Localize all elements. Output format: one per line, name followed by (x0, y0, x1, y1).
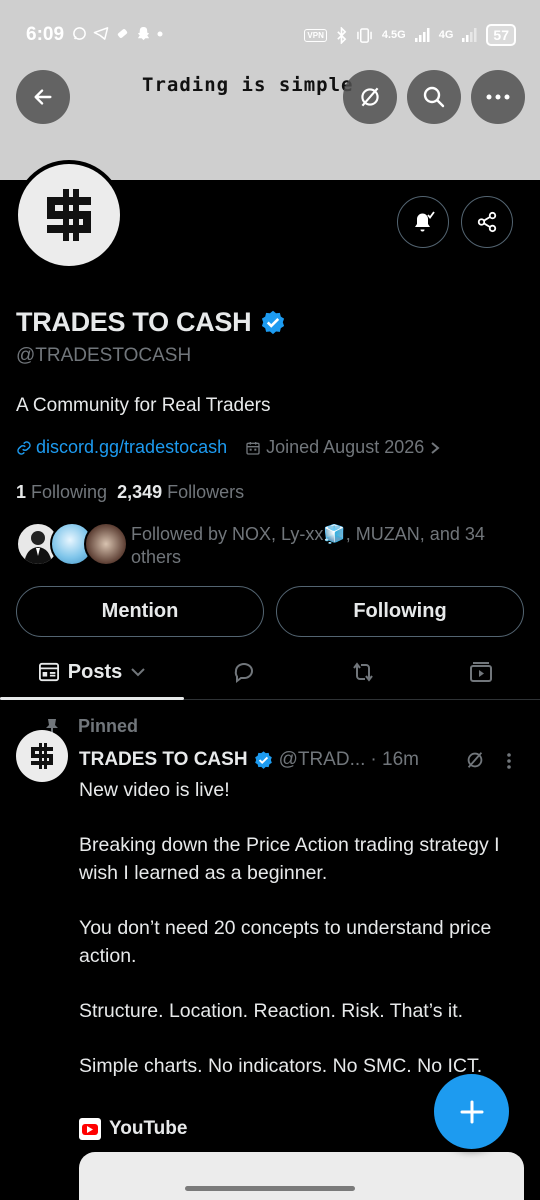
chevron-down-icon (131, 668, 145, 677)
joined-date[interactable]: Joined August 2026 (245, 437, 441, 458)
bell-check-icon (415, 211, 435, 232)
tab-replies[interactable] (214, 645, 274, 699)
plus-icon (460, 1100, 483, 1123)
tab-media[interactable] (451, 645, 511, 699)
followed-by-text[interactable]: Followed by NOX, Ly-xx🧊, MUZAN, and 34 o… (131, 523, 526, 569)
follow-counts: 1 Following 2,349 Followers (16, 482, 244, 503)
mutual-avatar-3 (84, 522, 128, 566)
profile-avatar[interactable] (14, 160, 124, 270)
video-preview-card[interactable] (79, 1152, 524, 1200)
more-options-button[interactable] (471, 70, 525, 124)
tab-posts[interactable]: Posts (0, 645, 184, 700)
following-count: 1 (16, 482, 27, 502)
vpn-icon: VPN (304, 28, 327, 42)
arrow-left-icon (34, 89, 52, 105)
verified-badge-icon (262, 310, 285, 334)
dollar-logo-icon (47, 189, 91, 241)
profile-name: TRADES TO CASH (16, 307, 287, 338)
system-icons: VPN 4.5G 4G 57 (304, 24, 516, 46)
followers-count: 2,349 (117, 482, 163, 502)
profile-handle: @TRADESTOCASH (16, 345, 192, 366)
tag-icon (117, 29, 128, 38)
banner-text: Trading is simple (142, 74, 354, 96)
joined-text: Joined August 2026 (266, 437, 425, 457)
status-time: 6:09 (26, 24, 65, 45)
network-b-label: 4G (438, 29, 454, 41)
youtube-source[interactable]: YouTube (79, 1118, 187, 1140)
link-icon (17, 440, 31, 455)
verified-badge-icon (254, 750, 272, 769)
bluetooth-icon (337, 26, 347, 44)
youtube-icon (79, 1118, 101, 1140)
profile-name-text: TRADES TO CASH (16, 307, 252, 337)
followers-count-link[interactable]: 2,349 Followers (117, 482, 244, 503)
profile-link-text[interactable]: discord.gg/tradestocash (36, 437, 227, 458)
notifications-button[interactable] (397, 196, 449, 248)
post-author-handle[interactable]: @TRAD... (279, 749, 366, 771)
following-count-link[interactable]: 1 Following (16, 482, 107, 503)
signal-b-icon (462, 28, 477, 42)
telegram-icon (93, 27, 109, 40)
signal-a-icon (414, 28, 430, 42)
post-paragraph: Breaking down the Price Action trading s… (79, 834, 500, 884)
dot-icon (157, 31, 163, 36)
following-button[interactable]: Following (276, 586, 524, 637)
search-button[interactable] (407, 70, 461, 124)
post-more-button[interactable] (506, 752, 512, 775)
search-icon (423, 86, 445, 108)
post-paragraph: You don’t need 20 concepts to understand… (79, 917, 492, 967)
battery-indicator: 57 (486, 24, 516, 46)
youtube-label: YouTube (109, 1118, 188, 1139)
post-author-name[interactable]: TRADES TO CASH (79, 749, 248, 771)
calendar-icon (246, 441, 260, 455)
mention-button[interactable]: Mention (16, 586, 264, 637)
reply-bubble-icon (234, 663, 253, 683)
chevron-right-icon (431, 441, 440, 454)
post-paragraph: Structure. Location. Reaction. Risk. Tha… (79, 1000, 464, 1022)
tab-posts-label: Posts (67, 660, 123, 683)
back-button[interactable] (16, 70, 70, 124)
post-timestamp[interactable]: · 16m (370, 749, 419, 771)
post-header: TRADES TO CASH @TRAD... · 16m (79, 749, 419, 771)
compose-post-button[interactable] (434, 1074, 509, 1149)
grok-icon (467, 752, 483, 768)
snapchat-icon (137, 26, 150, 41)
profile-bio: A Community for Real Traders (16, 395, 271, 416)
dollar-logo-icon (31, 743, 53, 769)
tab-reposts[interactable] (333, 645, 393, 699)
post-grok-button[interactable] (464, 749, 486, 776)
grok-icon (361, 87, 379, 107)
repost-icon (353, 662, 373, 682)
notification-icons (72, 26, 163, 41)
profile-link[interactable]: discord.gg/tradestocash (16, 437, 227, 458)
whatsapp-icon (73, 27, 86, 40)
post-author-avatar[interactable] (16, 730, 68, 782)
post-body[interactable]: New video is live! Breaking down the Pri… (79, 776, 527, 1107)
status-bar: 6:09 VPN 4.5G 4G 57 (0, 0, 540, 70)
mutual-followers-avatars[interactable] (16, 522, 128, 568)
pinned-indicator: Pinned (44, 716, 138, 737)
profile-tabs: Posts (0, 645, 540, 700)
grok-button[interactable] (343, 70, 397, 124)
pinned-label: Pinned (78, 716, 139, 736)
vibrate-icon (357, 27, 372, 43)
network-a-label: 4.5G (381, 29, 406, 41)
video-tab-icon (470, 662, 492, 682)
post-paragraph: New video is live! (79, 779, 230, 801)
gesture-home-bar[interactable] (185, 1186, 355, 1191)
more-horizontal-icon (486, 94, 510, 100)
share-icon (477, 211, 497, 233)
followers-label: Followers (167, 482, 245, 502)
following-label: Following (31, 482, 108, 502)
posts-icon (38, 662, 59, 682)
share-button[interactable] (461, 196, 513, 248)
more-vertical-icon (507, 753, 511, 769)
profile-meta: discord.gg/tradestocash Joined August 20… (16, 437, 441, 458)
